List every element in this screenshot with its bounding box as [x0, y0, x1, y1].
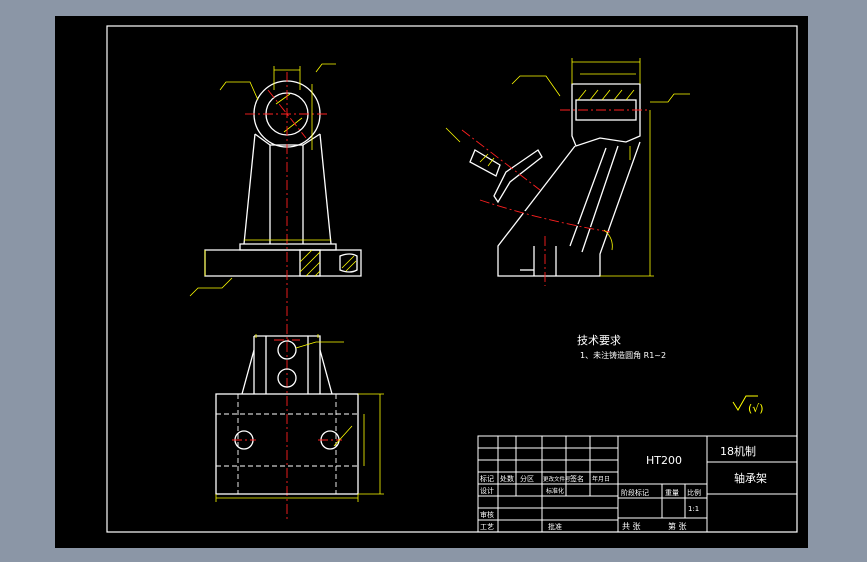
drawing-canvas: 技术要求 1、未注铸造圆角 R1~2 (√) 标记 处数 分区 更改文件号 签名…: [55, 16, 808, 548]
tb-header-docno: 更改文件号: [543, 475, 571, 483]
notes-item-1: 1、未注铸造圆角 R1~2: [580, 350, 666, 360]
tb-header-mark: 标记: [480, 474, 494, 483]
tb-header-sign: 签名: [570, 474, 584, 483]
tb-header-process: 工艺: [480, 523, 494, 531]
tb-header-stage: 阶段标记: [621, 488, 649, 497]
tb-part-name: 轴承架: [734, 471, 767, 485]
tb-school: 18机制: [720, 444, 756, 458]
tb-header-weight: 重量: [665, 489, 679, 497]
drawing-sheet: [55, 16, 808, 548]
tb-header-scale: 比例: [687, 488, 701, 497]
tb-header-zone: 分区: [520, 474, 534, 483]
tb-header-std: 标准化: [546, 487, 564, 495]
tb-material: HT200: [646, 454, 682, 467]
tb-scale-value: 1:1: [688, 505, 699, 513]
tb-sheet-no: 第 张: [668, 521, 687, 531]
tb-total-sheets: 共 张: [622, 522, 641, 531]
notes-heading: 技术要求: [577, 334, 621, 347]
surface-finish-note: (√): [748, 402, 764, 415]
tb-header-date: 年月日: [592, 475, 610, 483]
tb-header-count: 处数: [500, 474, 514, 483]
tb-header-design: 设计: [480, 486, 494, 495]
tb-header-approve: 批准: [548, 522, 562, 531]
tb-header-review: 审核: [480, 510, 494, 519]
